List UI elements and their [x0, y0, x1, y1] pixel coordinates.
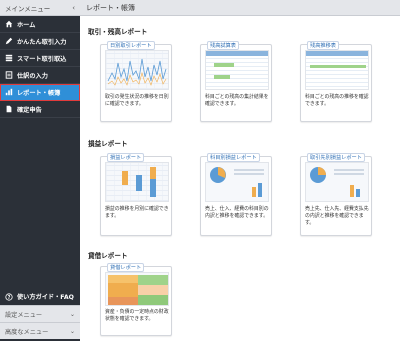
sidebar-title: メインメニュー	[5, 4, 51, 13]
sidebar-item-easy-entry[interactable]: かんたん取引入力	[0, 33, 80, 50]
question-icon: ?	[4, 292, 14, 301]
card-description: 科目ごとの残高の集計結果を確認できます。	[205, 94, 269, 108]
pie-chart-thumbnail	[305, 162, 369, 202]
sidebar-item-label: スマート取引取込	[17, 55, 67, 63]
card-description: 資産・負債の一定時点の財政状態を確認できます。	[105, 309, 169, 323]
sidebar-item-home[interactable]: ホーム	[0, 16, 80, 33]
chevron-down-icon: ⌄	[69, 327, 75, 335]
main-content: レポート・帳簿 取引・残高レポート 日別取引レポート 取引の発生状況の推移を日別…	[80, 0, 400, 341]
settings-menu-toggle[interactable]: 設定メニュー ⌄	[0, 305, 80, 322]
sidebar-item-label: 確定申告	[17, 106, 42, 114]
card-description: 損益の推移を月別に確認できます。	[105, 206, 169, 220]
report-card-balance-sheet[interactable]: 貸借レポート 資産・負債の一定時点の財政状態を確認できます。	[100, 263, 172, 336]
sidebar-header: メインメニュー ‹	[0, 0, 80, 16]
advanced-menu-label: 高度なメニュー	[5, 328, 49, 336]
card-title: 貸借レポート	[107, 263, 145, 272]
report-card-daily-transactions[interactable]: 日別取引レポート 取引の発生状況の推移を日別に確認できます。	[100, 41, 172, 122]
sidebar-item-label: レポート・帳簿	[17, 89, 61, 97]
sidebar-item-label: かんたん取引入力	[17, 38, 67, 46]
card-title: 残高推移表	[307, 41, 339, 50]
report-card-account-profit-loss[interactable]: 科目別損益レポート 売上、仕入、経費の科目別の内訳と推移を確認できます。	[200, 153, 272, 236]
journal-icon	[4, 71, 14, 79]
sidebar-item-tax-return[interactable]: 確定申告	[0, 101, 80, 118]
table-thumbnail	[205, 50, 269, 90]
help-faq-link[interactable]: ? 使い方ガイド・FAQ	[0, 288, 80, 305]
advanced-menu-toggle[interactable]: 高度なメニュー ⌄	[0, 322, 80, 339]
block-chart-thumbnail	[105, 272, 169, 306]
chevron-down-icon: ⌄	[69, 310, 75, 318]
section-transaction-balance: 取引・残高レポート	[88, 26, 388, 36]
sidebar-item-label: 仕訳の入力	[17, 72, 48, 80]
help-faq-label: 使い方ガイド・FAQ	[17, 294, 74, 301]
settings-menu-label: 設定メニュー	[5, 311, 43, 319]
report-card-partner-profit-loss[interactable]: 取引先別損益レポート 売上先、仕入先、経費支払先の内訳と推移を確認できます。	[300, 153, 372, 236]
card-description: 売上、仕入、経費の科目別の内訳と推移を確認できます。	[205, 206, 269, 220]
sidebar-item-smart-import[interactable]: スマート取引取込	[0, 50, 80, 67]
card-title: 残高試算表	[207, 41, 239, 50]
document-icon	[4, 105, 14, 113]
card-description: 取引の発生状況の推移を日別に確認できます。	[105, 94, 169, 108]
card-description: 売上先、仕入先、経費支払先の内訳と推移を確認できます。	[305, 206, 369, 227]
card-title: 損益レポート	[107, 153, 145, 162]
section-title: 取引・残高レポート	[88, 28, 148, 36]
svg-text:?: ?	[8, 294, 11, 300]
section-title: 損益レポート	[88, 140, 128, 148]
report-card-balance-trend[interactable]: 残高推移表 科目ごとの残高の推移を確認できます。	[300, 41, 372, 122]
sidebar-item-label: ホーム	[17, 21, 36, 29]
chart-icon	[4, 88, 14, 96]
line-chart-thumbnail	[105, 50, 169, 90]
sidebar-item-journal[interactable]: 仕訳の入力	[0, 67, 80, 84]
report-card-profit-loss[interactable]: 損益レポート 損益の推移を月別に確認できます。	[100, 153, 172, 236]
home-icon	[4, 20, 14, 28]
waterfall-chart-thumbnail	[105, 162, 169, 202]
sidebar-bottom: ? 使い方ガイド・FAQ 設定メニュー ⌄ 高度なメニュー ⌄	[0, 288, 80, 339]
list-icon	[4, 54, 14, 62]
card-title: 日別取引レポート	[107, 41, 155, 50]
sidebar: メインメニュー ‹ ホーム かんたん取引入力 スマート取引取込 仕訳の入力 レポ…	[0, 0, 80, 341]
card-title: 科目別損益レポート	[207, 153, 260, 162]
collapse-sidebar-icon[interactable]: ‹	[72, 4, 75, 12]
table-thumbnail	[305, 50, 369, 90]
page-title: レポート・帳簿	[80, 0, 400, 16]
card-title: 取引先別損益レポート	[307, 153, 365, 162]
card-description: 科目ごとの残高の推移を確認できます。	[305, 94, 369, 108]
section-balance-sheet: 貸借レポート	[88, 250, 388, 260]
section-title: 貸借レポート	[88, 252, 128, 260]
pencil-icon	[4, 37, 14, 45]
report-card-trial-balance[interactable]: 残高試算表 科目ごとの残高の集計結果を確認できます。	[200, 41, 272, 122]
section-profit-loss: 損益レポート	[88, 138, 388, 148]
pie-chart-thumbnail	[205, 162, 269, 202]
sidebar-item-reports[interactable]: レポート・帳簿	[0, 84, 80, 101]
